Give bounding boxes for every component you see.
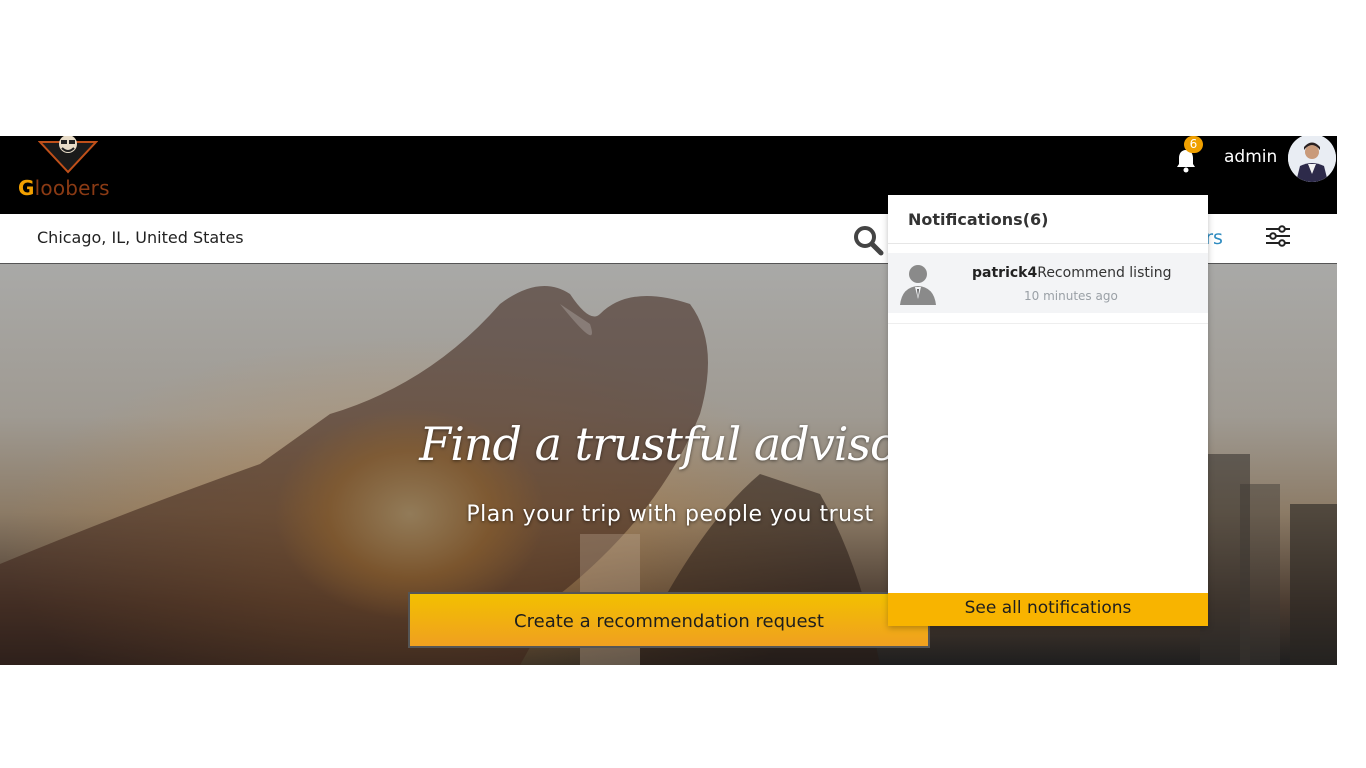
logo-text: Gloobers <box>18 176 110 200</box>
site-logo[interactable]: Gloobers <box>18 136 128 206</box>
user-photo-icon <box>1288 136 1336 182</box>
notification-message: Recommend listing <box>1037 265 1172 281</box>
filters-sliders-icon[interactable] <box>1264 224 1292 248</box>
create-recommendation-request-button[interactable]: Create a recommendation request <box>408 592 930 648</box>
notification-text: patrick4Recommend listing <box>972 265 1172 281</box>
location-input[interactable]: Chicago, IL, United States <box>37 228 244 247</box>
notification-item[interactable]: patrick4Recommend listing 10 minutes ago <box>888 253 1208 313</box>
notification-count-badge: 6 <box>1184 136 1203 153</box>
logo-emblem-icon <box>38 136 98 174</box>
notification-time: 10 minutes ago <box>1024 289 1118 303</box>
username[interactable]: admin <box>1224 147 1277 167</box>
notifications-dropdown: Notifications(6) patrick4Recommend listi… <box>888 195 1208 626</box>
avatar[interactable] <box>1288 136 1336 182</box>
notification-user: patrick4 <box>972 265 1038 281</box>
divider <box>888 323 1208 324</box>
default-user-avatar-icon <box>900 265 936 305</box>
search-icon[interactable] <box>852 224 884 256</box>
divider <box>888 243 1208 244</box>
see-all-notifications-button[interactable]: See all notifications <box>888 593 1208 626</box>
notifications-title: Notifications(6) <box>908 210 1049 229</box>
browser-viewport: Gloobers 6 admin Chicago, IL, United Sta… <box>0 0 1366 768</box>
